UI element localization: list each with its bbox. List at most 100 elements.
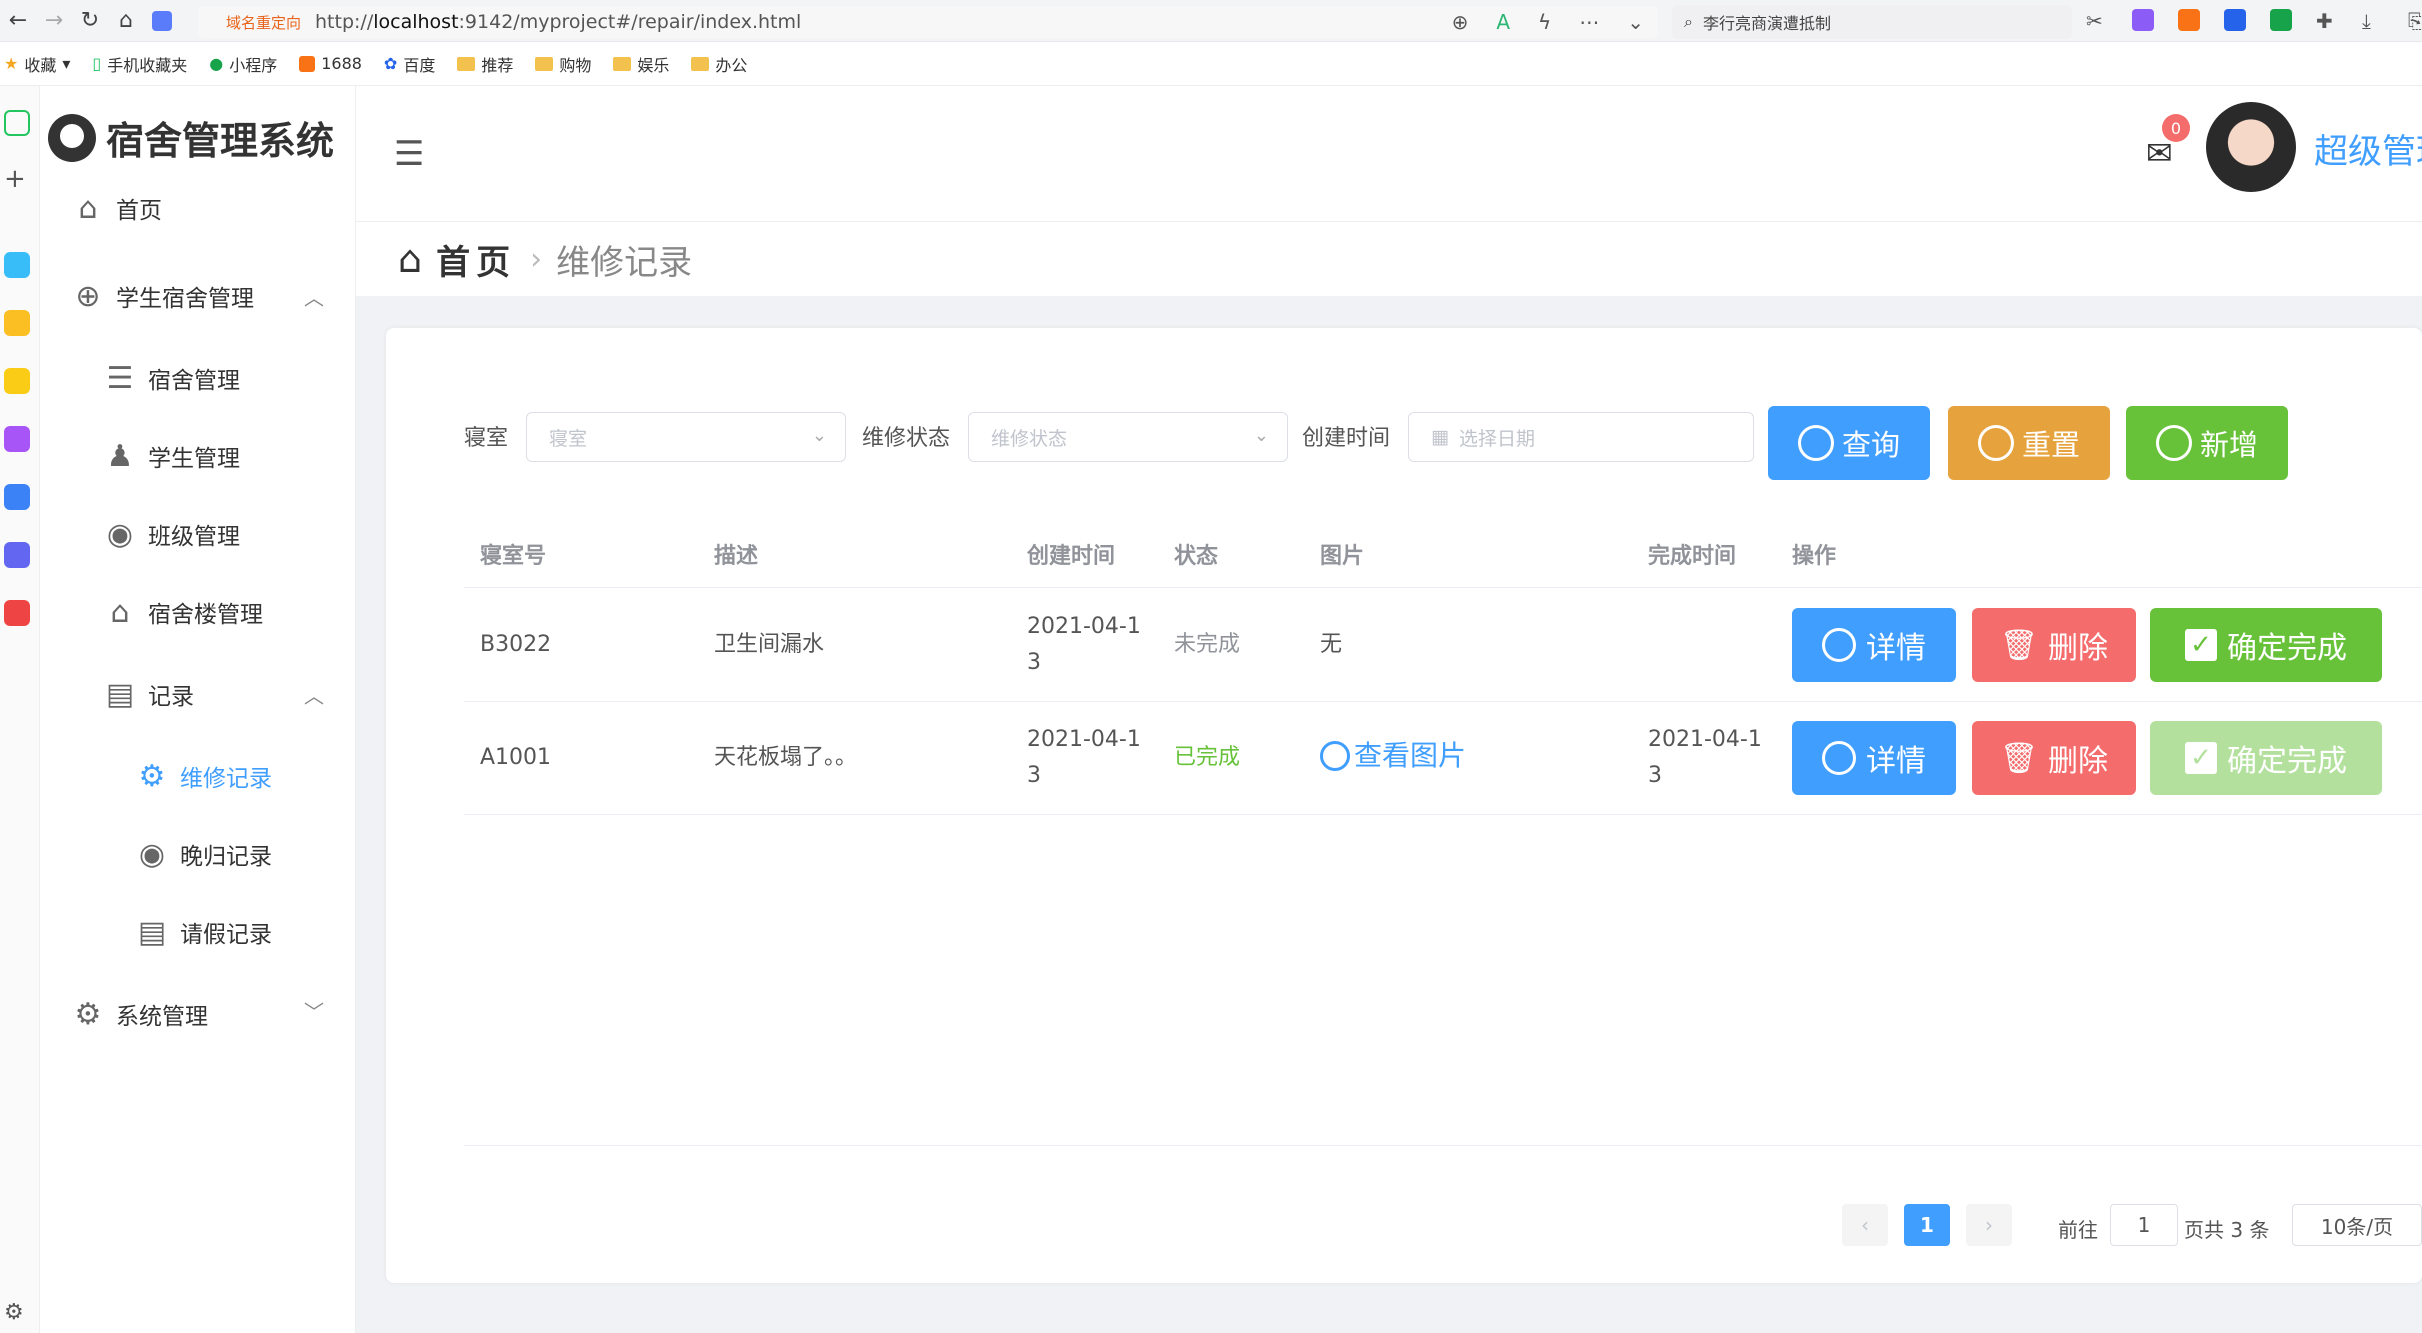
search-icon xyxy=(1797,425,1834,461)
bot-rail-icon[interactable] xyxy=(4,368,30,394)
detail-button[interactable]: 详情 xyxy=(1792,721,1956,795)
delete-button[interactable]: 🗑 删除 xyxy=(1972,721,2136,795)
translate-ext-icon[interactable] xyxy=(2132,9,2154,31)
scissors-icon[interactable]: ✂ xyxy=(2086,9,2108,33)
house-icon: ⌂ xyxy=(398,237,423,281)
add-button[interactable]: 新增 xyxy=(2126,406,2288,480)
sidebar-group-student-dorm[interactable]: ⊕ 学生宿舍管理 xyxy=(70,278,254,314)
chevron-up-icon[interactable]: ︿ xyxy=(304,282,324,311)
document-icon: ▤ xyxy=(105,676,135,712)
game-rail-icon[interactable] xyxy=(4,600,30,626)
status-select[interactable]: 维修状态 ⌄ xyxy=(968,412,1288,462)
column-header-image: 图片 xyxy=(1320,544,1365,569)
delete-button[interactable]: 🗑 删除 xyxy=(1972,608,2136,682)
bookmark-entertainment[interactable]: 娱乐 xyxy=(613,52,669,76)
download-icon[interactable]: ⤓ xyxy=(2362,9,2384,33)
confirm-complete-button-disabled: ✓ 确定完成 xyxy=(2150,721,2382,795)
page-size-select[interactable]: 10条/页 xyxy=(2292,1204,2422,1246)
back-icon[interactable]: ← xyxy=(0,0,36,42)
menu-toggle-icon[interactable]: ☰ xyxy=(394,134,424,174)
sidebar-item-late-return[interactable]: ◉ 晚归记录 xyxy=(134,836,272,872)
home-icon[interactable]: ⌂ xyxy=(108,0,144,42)
next-page-button[interactable]: › xyxy=(1966,1204,2012,1246)
sidebar-item-home[interactable]: ⌂ 首页 xyxy=(70,190,162,226)
bookmark-recommend[interactable]: 推荐 xyxy=(457,52,513,76)
search-icon xyxy=(1320,741,1350,771)
read-aloud-icon[interactable]: A xyxy=(1496,10,1510,34)
goto-label: 前往 xyxy=(2058,1218,2098,1242)
table-divider xyxy=(464,814,2422,815)
plus-circle-icon: ⊕ xyxy=(75,278,101,314)
bookmark-office[interactable]: 办公 xyxy=(691,52,747,76)
sidebar-item-dorm[interactable]: ☰ 宿舍管理 xyxy=(102,360,240,396)
confirm-complete-button[interactable]: ✓ 确定完成 xyxy=(2150,608,2382,682)
star-rail-icon[interactable] xyxy=(4,310,30,336)
app-logo: 宿舍管理系统 xyxy=(48,110,334,165)
chat-rail-icon[interactable] xyxy=(4,542,30,568)
username[interactable]: 超级管理 xyxy=(2314,124,2422,173)
green-ext-icon[interactable] xyxy=(2270,9,2292,31)
sidebar-group-records[interactable]: ▤ 记录 xyxy=(102,676,194,712)
cell-created-wrap: 3 xyxy=(1027,763,1041,788)
zoom-icon[interactable]: ⊕ xyxy=(1452,10,1469,34)
detail-button[interactable]: 详情 xyxy=(1792,608,1956,682)
breadcrumb-home[interactable]: 首页 xyxy=(436,235,516,284)
view-image-link[interactable]: 查看图片 xyxy=(1320,738,1466,774)
sidebar-item-student[interactable]: ♟ 学生管理 xyxy=(102,438,240,474)
reset-button[interactable]: 重置 xyxy=(1948,406,2110,480)
chevron-down-icon[interactable]: ⌄ xyxy=(1627,10,1644,34)
search-input[interactable]: ⌕ 李行亮商演遭抵制 xyxy=(1672,5,2072,39)
sidebar: 宿舍管理系统 ⌂ 首页 ⊕ 学生宿舍管理 ︿ ☰ 宿舍管理 ♟ 学生管理 ◉ 班… xyxy=(40,86,356,1333)
sidebar-item-leave[interactable]: ▤ 请假记录 xyxy=(134,914,272,950)
sidebar-item-class[interactable]: ◉ 班级管理 xyxy=(102,516,240,552)
bookmark-shopping[interactable]: 购物 xyxy=(535,52,591,76)
total-count: 页共 3 条 xyxy=(2184,1218,2270,1242)
calendar-icon: ▦ xyxy=(1431,426,1449,448)
ai-rail-icon[interactable] xyxy=(4,426,30,452)
page-number-current[interactable]: 1 xyxy=(1904,1204,1950,1246)
app-rail-icon-1[interactable] xyxy=(4,252,30,278)
avatar[interactable] xyxy=(2206,102,2296,192)
column-header-done: 完成时间 xyxy=(1648,544,1737,569)
home-rail-icon[interactable] xyxy=(4,110,30,136)
main-card: 寝室 寝室 ⌄ 维修状态 维修状态 ⌄ 创建时间 ▦ 选择日期 查询 重置 新增 xyxy=(386,328,2422,1283)
snowflake-ext-icon[interactable] xyxy=(2224,9,2246,31)
address-bar[interactable]: 域名重定向 http://localhost:9142/myproject#/r… xyxy=(198,6,1658,38)
bookmark-baidu[interactable]: ✿ 百度 xyxy=(384,52,435,76)
bookmark-mobile[interactable]: ▯ 手机收藏夹 xyxy=(92,52,187,76)
sidebar-item-repair[interactable]: ⚙ 维修记录 xyxy=(134,758,272,794)
chevron-up-icon[interactable]: ︿ xyxy=(304,680,324,709)
bookmark-1688[interactable]: 1688 xyxy=(299,54,362,73)
query-button[interactable]: 查询 xyxy=(1768,406,1930,480)
cell-done: 2021-04-1 xyxy=(1648,727,1762,752)
browser-side-rail: + ⚙ xyxy=(0,86,40,1333)
prev-page-button[interactable]: ‹ xyxy=(1842,1204,1888,1246)
user-icon: ♟ xyxy=(106,438,134,474)
ai2-rail-icon[interactable] xyxy=(4,484,30,510)
chevron-down-icon[interactable]: ﹀ xyxy=(304,996,324,1025)
more-icon[interactable]: ⋯ xyxy=(1579,10,1599,34)
add-rail-icon[interactable]: + xyxy=(4,166,30,192)
forward-icon[interactable]: → xyxy=(36,0,72,42)
sidebar-group-system[interactable]: ⚙ 系统管理 xyxy=(70,996,208,1032)
created-filter-label: 创建时间 xyxy=(1302,426,1391,451)
column-header-desc: 描述 xyxy=(714,544,759,569)
document-icon: ▤ xyxy=(137,914,167,950)
settings-rail-icon[interactable]: ⚙ xyxy=(4,1300,30,1326)
dorm-select[interactable]: 寝室 ⌄ xyxy=(526,412,846,462)
bookmark-miniprogram[interactable]: ● 小程序 xyxy=(209,52,277,76)
bookmark-favorites[interactable]: ★ 收藏 ▾ xyxy=(4,52,70,76)
cell-image: 无 xyxy=(1320,632,1343,657)
ai-icon[interactable] xyxy=(144,0,180,42)
date-picker[interactable]: ▦ 选择日期 xyxy=(1408,412,1754,462)
refresh-icon xyxy=(1977,425,2014,461)
sidebar-item-building[interactable]: ⌂ 宿舍楼管理 xyxy=(102,594,263,630)
refresh-icon[interactable]: ↻ xyxy=(72,0,108,42)
gear-icon: ⚙ xyxy=(138,758,166,794)
goto-page-input[interactable]: 1 xyxy=(2110,1204,2178,1246)
puzzle-icon[interactable]: ✚ xyxy=(2316,9,2338,33)
lightning-icon[interactable]: ϟ xyxy=(1538,10,1551,34)
split-icon[interactable]: ⎘ xyxy=(2408,9,2422,33)
game-ext-icon[interactable] xyxy=(2178,9,2200,31)
cell-dorm: A1001 xyxy=(480,745,552,770)
